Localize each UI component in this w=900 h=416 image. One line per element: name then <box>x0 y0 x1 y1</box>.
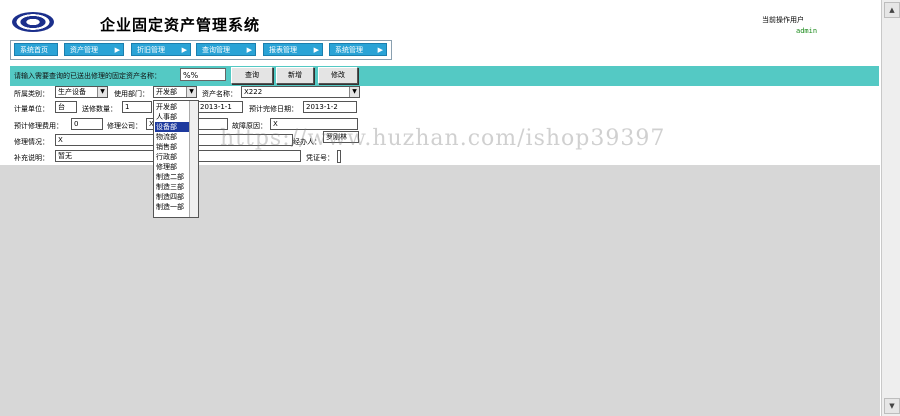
nav-item-assets[interactable]: 资产管理 ▶ <box>64 43 124 56</box>
dept-option[interactable]: 行政部 <box>155 152 190 162</box>
content-area <box>0 165 880 416</box>
operator-label: 当前操作用户 <box>762 16 804 24</box>
docno-label: 凭证号： <box>306 154 334 162</box>
arrow-right-icon: ▶ <box>377 46 383 54</box>
dept-option[interactable]: 销售部 <box>155 142 190 152</box>
scroll-up-icon[interactable]: ▲ <box>884 2 900 18</box>
company-label: 修理公司： <box>107 122 142 130</box>
qty-field[interactable]: 1 <box>122 101 152 113</box>
unit-label: 计量单位： <box>14 105 49 113</box>
arrow-right-icon: ▶ <box>114 46 120 54</box>
dept-option[interactable]: 人事部 <box>155 112 190 122</box>
asset-label: 资产名称： <box>202 90 237 98</box>
scroll-down-icon[interactable]: ▼ <box>884 398 900 414</box>
nav-item-query[interactable]: 查询管理 ▶ <box>196 43 256 56</box>
dept-option[interactable]: 开发部 <box>155 102 190 112</box>
nav-item-depreciation[interactable]: 折旧管理 ▶ <box>131 43 191 56</box>
dept-select[interactable]: 开发部 ▼ <box>153 86 197 98</box>
company-logo <box>12 12 54 32</box>
nav-item-reports[interactable]: 报表管理 ▶ <box>263 43 323 56</box>
chevron-down-icon: ▼ <box>186 87 196 97</box>
cost-field[interactable]: 0 <box>71 118 103 130</box>
unit-field[interactable]: 台 <box>55 101 77 113</box>
operator-user: admin <box>796 27 818 35</box>
chevron-down-icon: ▼ <box>97 87 107 97</box>
page-scrollbar[interactable]: ▲ ▼ <box>881 0 900 416</box>
remark-label: 补充说明： <box>14 154 49 162</box>
send-date-field[interactable]: 2013-1-1 <box>197 101 243 113</box>
dept-label: 使用部门： <box>114 90 149 98</box>
asset-select[interactable]: X222 ▼ <box>241 86 360 98</box>
page-title: 企业固定资产管理系统 <box>100 16 261 34</box>
dept-option[interactable]: 物流部 <box>155 132 190 142</box>
dept-option[interactable]: 制造二部 <box>155 172 190 182</box>
plan-date-label: 预计完修日期： <box>249 105 298 113</box>
qty-label: 送修数量： <box>82 105 117 113</box>
arrow-right-icon: ▶ <box>246 46 252 54</box>
nav-item-system[interactable]: 系统管理 ▶ <box>329 43 387 56</box>
dept-dropdown-list: 开发部 人事部 设备部 物流部 销售部 行政部 修理部 制造二部 制造三部 制造… <box>153 100 199 218</box>
arrow-right-icon: ▶ <box>313 46 319 54</box>
dept-option-selected[interactable]: 设备部 <box>155 122 190 132</box>
chevron-down-icon: ▼ <box>349 87 359 97</box>
dept-option[interactable]: 制造一部 <box>155 202 190 212</box>
query-prompt: 请输入需要查询的已送出修理的固定资产名称： <box>14 72 161 80</box>
arrow-right-icon: ▶ <box>181 46 187 54</box>
main-nav: 系统首页 资产管理 ▶ 折旧管理 ▶ 查询管理 ▶ 报表管理 ▶ 系统管理 ▶ <box>10 40 392 60</box>
nav-item-home[interactable]: 系统首页 <box>14 43 58 56</box>
docno-field[interactable] <box>337 150 341 163</box>
dept-option[interactable]: 制造四部 <box>155 192 190 202</box>
watermark: https://www.huzhan.com/ishop39397 <box>220 126 666 151</box>
plan-date-field[interactable]: 2013-1-2 <box>303 101 357 113</box>
dropdown-scrollbar[interactable] <box>189 101 198 217</box>
dept-option[interactable]: 修理部 <box>155 162 190 172</box>
query-input[interactable]: %% <box>180 68 226 81</box>
search-button[interactable]: 查询 <box>231 67 273 84</box>
category-select[interactable]: 生产设备 ▼ <box>55 86 108 98</box>
cost-label: 预计修理费用： <box>14 122 63 130</box>
add-button[interactable]: 新增 <box>276 67 314 84</box>
edit-button[interactable]: 修改 <box>318 67 358 84</box>
dept-option[interactable]: 制造三部 <box>155 182 190 192</box>
category-label: 所属类别： <box>14 90 49 98</box>
status-label: 修理情况： <box>14 138 49 146</box>
